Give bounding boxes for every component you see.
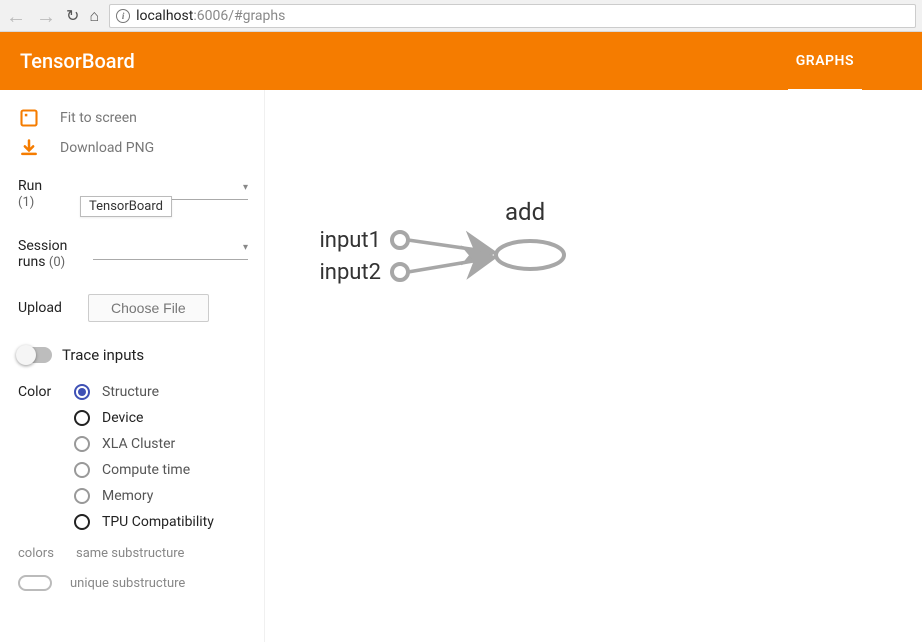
graph-op-label: add xyxy=(505,200,545,226)
graph-canvas[interactable]: add input1 input2 xyxy=(264,90,922,642)
header-tabs: GRAPHS xyxy=(788,32,902,90)
graph-input1-node[interactable] xyxy=(392,232,408,248)
download-icon xyxy=(18,138,40,158)
session-runs-row: Session runs (0) ▾ xyxy=(18,238,248,270)
color-option-compute[interactable]: Compute time xyxy=(74,462,214,478)
color-option-tpu[interactable]: TPU Compatibility xyxy=(74,514,214,530)
radio-icon xyxy=(74,410,90,426)
reload-icon[interactable]: ↻ xyxy=(66,6,79,25)
fit-to-screen-button[interactable]: Fit to screen xyxy=(18,108,248,128)
radio-icon xyxy=(74,488,90,504)
browser-toolbar: ← → ↻ ⌂ i localhost:6006/#graphs xyxy=(0,0,922,32)
radio-label: Device xyxy=(102,410,143,426)
radio-icon xyxy=(74,462,90,478)
radio-label: XLA Cluster xyxy=(102,436,175,452)
forward-icon: → xyxy=(36,6,56,26)
trace-inputs-label: Trace inputs xyxy=(62,346,144,364)
color-option-device[interactable]: Device xyxy=(74,410,214,426)
choose-file-button[interactable]: Choose File xyxy=(88,294,209,322)
upload-row: Upload Choose File xyxy=(18,294,248,322)
run-selector-row: Run (1) ▾ TensorBoard xyxy=(18,178,248,210)
color-label: Color xyxy=(18,384,58,400)
download-png-label: Download PNG xyxy=(60,140,154,156)
color-option-xla[interactable]: XLA Cluster xyxy=(74,436,214,452)
radio-label: Compute time xyxy=(102,462,190,478)
toggle-knob xyxy=(16,345,36,365)
radio-label: TPU Compatibility xyxy=(102,514,214,530)
site-info-icon[interactable]: i xyxy=(116,9,130,23)
address-bar[interactable]: i localhost:6006/#graphs xyxy=(109,4,916,28)
fit-to-screen-label: Fit to screen xyxy=(60,110,137,126)
url-path: :6006/#graphs xyxy=(193,8,285,24)
color-radio-group: Structure Device XLA Cluster Compute tim… xyxy=(74,384,214,530)
radio-icon xyxy=(74,436,90,452)
run-tooltip: TensorBoard xyxy=(80,196,172,217)
graph-edge-2 xyxy=(408,258,491,272)
trace-inputs-row: Trace inputs xyxy=(18,346,248,364)
graph-op-node[interactable] xyxy=(496,241,564,269)
color-section: Color Structure Device XLA Cluster Compu… xyxy=(18,384,248,530)
legend-same-label: same substructure xyxy=(76,546,184,561)
session-select[interactable] xyxy=(93,238,248,260)
trace-inputs-toggle[interactable] xyxy=(18,347,52,363)
graph-input1-label: input1 xyxy=(319,228,381,253)
radio-label: Memory xyxy=(102,488,153,504)
color-option-structure[interactable]: Structure xyxy=(74,384,214,400)
legend-unique-row: unique substructure xyxy=(18,575,248,591)
graph-input2-node[interactable] xyxy=(392,264,408,280)
url-text: localhost:6006/#graphs xyxy=(136,8,285,24)
graph-input2-label: input2 xyxy=(319,260,381,285)
computation-graph: add input1 input2 xyxy=(305,200,625,320)
back-icon: ← xyxy=(6,6,26,26)
session-runs-label: Session runs (0) xyxy=(18,238,83,270)
sidebar: Fit to screen Download PNG Run (1) ▾ Ten… xyxy=(0,90,264,642)
run-label: Run (1) xyxy=(18,178,73,210)
upload-label: Upload xyxy=(18,300,78,316)
radio-label: Structure xyxy=(102,384,159,400)
radio-icon xyxy=(74,384,90,400)
legend-unique-swatch xyxy=(18,575,52,591)
radio-icon xyxy=(74,514,90,530)
app-header: TensorBoard GRAPHS xyxy=(0,32,922,90)
legend-same-row: colors same substructure xyxy=(18,546,248,561)
url-host: localhost xyxy=(136,8,193,24)
legend-unique-label: unique substructure xyxy=(70,576,185,591)
tab-graphs[interactable]: GRAPHS xyxy=(788,34,862,92)
download-png-button[interactable]: Download PNG xyxy=(18,138,248,158)
graph-edge-1 xyxy=(408,240,491,252)
app-title: TensorBoard xyxy=(20,49,135,73)
fit-screen-icon xyxy=(18,108,40,128)
legend-colors-label: colors xyxy=(18,546,58,561)
color-option-memory[interactable]: Memory xyxy=(74,488,214,504)
home-icon[interactable]: ⌂ xyxy=(89,6,99,26)
